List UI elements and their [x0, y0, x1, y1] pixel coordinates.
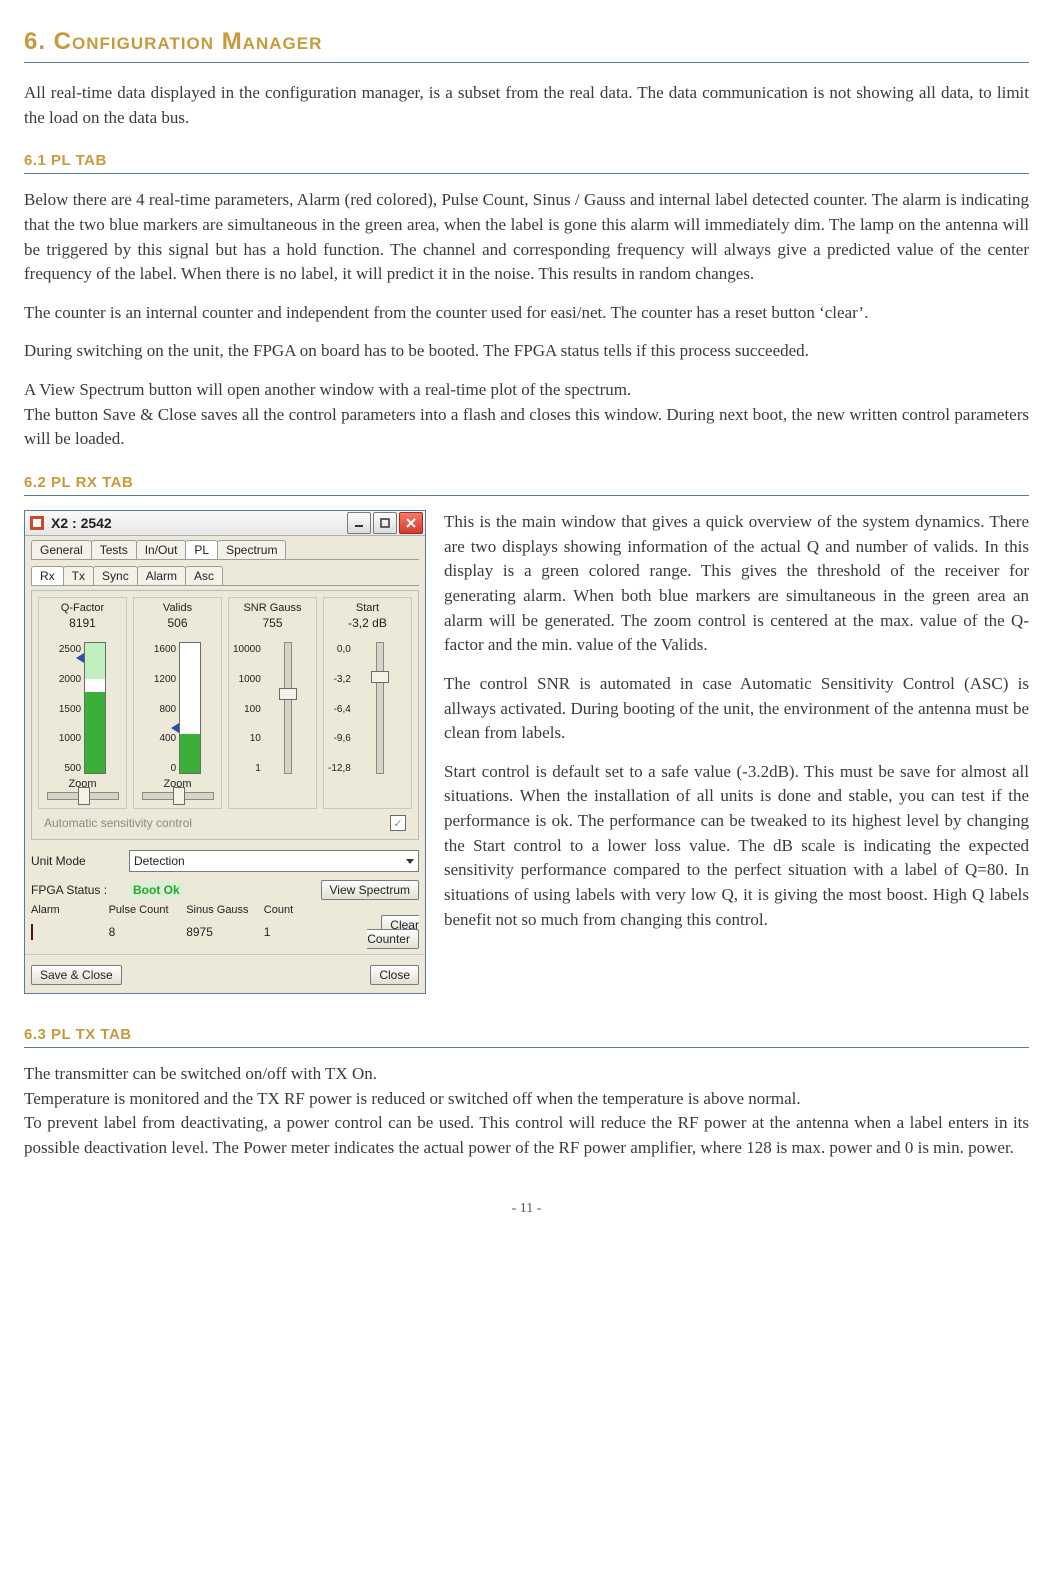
- column-value: 755: [233, 616, 312, 630]
- tick-labels: 1600 1200 800 400 0: [154, 644, 179, 774]
- alarm-indicator-icon: [31, 924, 33, 940]
- column-title: SNR Gauss: [233, 602, 312, 614]
- column-title: Q-Factor: [43, 602, 122, 614]
- paragraph: To prevent label from deactivating, a po…: [24, 1111, 1029, 1160]
- fpga-status-label: FPGA Status :: [31, 883, 121, 897]
- qfactor-bar: [84, 642, 106, 774]
- heading-rule: [24, 1047, 1029, 1048]
- paragraph: The counter is an internal counter and i…: [24, 301, 1029, 326]
- start-column: Start -3,2 dB 0,0 -3,2 -6,4 -9,6 -12,8: [323, 597, 412, 809]
- asc-checkbox[interactable]: ✓: [390, 815, 406, 831]
- subtab-rx[interactable]: Rx: [31, 566, 64, 585]
- subsection-heading: 6.2 PL RX TAB: [24, 474, 1029, 491]
- sinus-gauss-value: 8975: [186, 925, 264, 939]
- minimize-button[interactable]: [347, 512, 371, 534]
- counter-header: Alarm Pulse Count Sinus Gauss Count: [25, 904, 425, 916]
- window-titlebar[interactable]: X2 : 2542: [25, 511, 425, 536]
- zoom-slider[interactable]: [142, 792, 214, 800]
- section-heading: 6. Configuration Manager: [24, 28, 1029, 56]
- paragraph: Below there are 4 real-time parameters, …: [24, 188, 1029, 287]
- start-slider[interactable]: [376, 642, 384, 774]
- paragraph: During switching on the unit, the FPGA o…: [24, 339, 1029, 364]
- tab-bar: General Tests In/Out PL Spectrum: [25, 536, 425, 559]
- column-title: Start: [328, 602, 407, 614]
- pulse-count-value: 8: [109, 925, 187, 939]
- clear-counter-button[interactable]: Clear Counter: [367, 915, 419, 949]
- page-number: - 11 -: [24, 1201, 1029, 1217]
- snr-slider[interactable]: [284, 642, 292, 774]
- tab-tests[interactable]: Tests: [91, 540, 137, 559]
- tab-general[interactable]: General: [31, 540, 92, 559]
- tab-spectrum[interactable]: Spectrum: [217, 540, 286, 559]
- heading-rule: [24, 495, 1029, 496]
- asc-label: Automatic sensitivity control: [44, 816, 192, 830]
- unit-mode-label: Unit Mode: [31, 854, 121, 868]
- column-title: Valids: [138, 602, 217, 614]
- subtab-bar: Rx Tx Sync Alarm Asc: [25, 560, 425, 585]
- qfactor-column: Q-Factor 8191 2500 2000 1500 1000 500: [38, 597, 127, 809]
- column-value: 506: [138, 616, 217, 630]
- paragraph: The button Save & Close saves all the co…: [24, 403, 1029, 452]
- snr-column: SNR Gauss 755 10000 1000 100 10 1: [228, 597, 317, 809]
- paragraph: A View Spectrum button will open another…: [24, 378, 1029, 403]
- select-value: Detection: [134, 854, 185, 868]
- maximize-button[interactable]: [373, 512, 397, 534]
- column-value: -3,2 dB: [328, 616, 407, 630]
- paragraph: Temperature is monitored and the TX RF p…: [24, 1087, 1029, 1112]
- valids-column: Valids 506 1600 1200 800 400 0: [133, 597, 222, 809]
- subtab-alarm[interactable]: Alarm: [137, 566, 186, 585]
- heading-rule: [24, 173, 1029, 174]
- marker-icon: [76, 653, 84, 663]
- subsection-heading: 6.3 PL TX TAB: [24, 1026, 1029, 1043]
- app-icon: [29, 515, 45, 531]
- meters-panel: Q-Factor 8191 2500 2000 1500 1000 500: [31, 590, 419, 840]
- close-button[interactable]: [399, 512, 423, 534]
- tick-labels: 10000 1000 100 10 1: [233, 644, 264, 774]
- view-spectrum-button[interactable]: View Spectrum: [321, 880, 419, 900]
- subsection-heading: 6.1 PL TAB: [24, 152, 1029, 169]
- heading-rule: [24, 62, 1029, 63]
- config-window: X2 : 2542 General Tests In/Out PL Spectr…: [24, 510, 426, 994]
- fpga-status-value: Boot Ok: [129, 882, 184, 898]
- tab-inout[interactable]: In/Out: [136, 540, 187, 559]
- subtab-tx[interactable]: Tx: [63, 566, 94, 585]
- column-value: 8191: [43, 616, 122, 630]
- tick-labels: 0,0 -3,2 -6,4 -9,6 -12,8: [328, 644, 354, 774]
- close-button[interactable]: Close: [370, 965, 419, 985]
- marker-icon: [171, 723, 179, 733]
- intro-paragraph: All real-time data displayed in the conf…: [24, 81, 1029, 130]
- unit-mode-select[interactable]: Detection: [129, 850, 419, 872]
- save-close-button[interactable]: Save & Close: [31, 965, 122, 985]
- valids-bar: [179, 642, 201, 774]
- window-title: X2 : 2542: [51, 515, 345, 531]
- subtab-sync[interactable]: Sync: [93, 566, 138, 585]
- zoom-slider[interactable]: [47, 792, 119, 800]
- subtab-asc[interactable]: Asc: [185, 566, 223, 585]
- paragraph: The transmitter can be switched on/off w…: [24, 1062, 1029, 1087]
- chevron-down-icon: [406, 859, 414, 864]
- tick-labels: 2500 2000 1500 1000 500: [59, 644, 84, 774]
- count-value: 1: [264, 925, 342, 939]
- tab-pl[interactable]: PL: [185, 540, 218, 559]
- counter-row: 8 8975 1 Clear Counter: [25, 916, 425, 952]
